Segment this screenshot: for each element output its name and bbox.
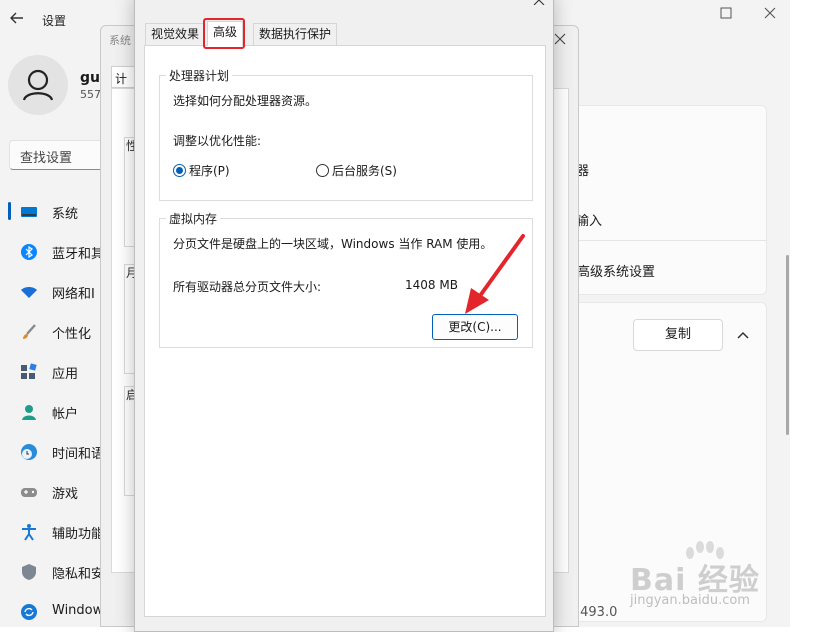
desktop-strip <box>790 0 819 627</box>
brush-icon <box>23 324 36 339</box>
sidebar-item-label: 网络和I <box>52 287 95 302</box>
tab-visual-effects[interactable]: 视觉效果 <box>145 23 206 45</box>
radio-background-services[interactable] <box>316 164 329 177</box>
clock-globe-icon <box>21 444 37 460</box>
sidebar-item-label: 应用 <box>52 367 79 382</box>
bluetooth-icon <box>21 244 37 260</box>
performance-options-dialog: 视觉效果 高级 数据执行保护 处理器计划 选择如何分配处理器资源。 调整以优化性… <box>134 0 554 632</box>
paging-total-value: 1408 MB <box>405 278 458 292</box>
processor-scheduling-group: 处理器计划 选择如何分配处理器资源。 调整以优化性能: 程序(P) 后台服务(S… <box>159 67 533 201</box>
virtual-memory-desc: 分页文件是硬盘上的一块区域，Windows 当作 RAM 使用。 <box>173 237 493 251</box>
tab-dep[interactable]: 数据执行保护 <box>253 23 338 45</box>
tab-highlight-annotation <box>203 18 245 49</box>
active-indicator <box>8 202 11 220</box>
user-email: 557 <box>80 88 101 101</box>
avatar[interactable] <box>8 55 68 115</box>
settings-title: 设置 <box>42 14 67 28</box>
gamepad-icon <box>21 488 37 497</box>
radio-programs[interactable] <box>173 164 186 177</box>
person-icon <box>22 69 54 101</box>
person-icon <box>22 405 36 420</box>
radio-programs-label[interactable]: 程序(P) <box>189 162 230 179</box>
sidebar-item-label: 辅助功能 <box>52 527 105 542</box>
shield-icon <box>22 564 36 580</box>
sidebar-item-label: 个性化 <box>52 327 92 342</box>
sidebar-item-label: 蓝牙和其 <box>52 247 105 262</box>
change-button[interactable]: 更改(C)... <box>432 314 518 340</box>
sidebar-item-label: 隐私和安 <box>52 567 105 582</box>
window-title: 系统 <box>109 34 131 47</box>
adjust-label: 调整以优化性能: <box>173 134 262 148</box>
chevron-up-icon[interactable] <box>733 325 753 345</box>
sidebar-item-label: 游戏 <box>52 487 79 502</box>
wifi-icon <box>21 287 37 298</box>
close-icon[interactable] <box>533 0 545 9</box>
scrollbar[interactable] <box>786 255 789 435</box>
advanced-system-settings-link[interactable]: 高级系统设置 <box>577 261 655 280</box>
spec-text: 输入 <box>576 214 603 229</box>
paging-total-label: 所有驱动器总分页文件大小: <box>173 280 322 294</box>
back-arrow-icon[interactable] <box>8 9 26 27</box>
radio-background-label[interactable]: 后台服务(S) <box>332 162 397 179</box>
processor-desc: 选择如何分配处理器资源。 <box>173 94 318 108</box>
sidebar-item-label: 系统 <box>52 207 79 222</box>
version-text: .493.0 <box>576 605 618 620</box>
divider <box>560 240 767 241</box>
group-title: 虚拟内存 <box>166 210 221 227</box>
accessibility-icon <box>22 524 36 541</box>
sidebar-item-label: 帐户 <box>52 407 79 422</box>
close-icon[interactable] <box>760 4 780 24</box>
sidebar-item-label: Window <box>52 603 104 618</box>
apps-icon <box>21 363 37 379</box>
windows-update-icon <box>21 604 37 620</box>
sidebar-item-label: 时间和语 <box>52 447 105 462</box>
maximize-icon[interactable] <box>716 4 736 24</box>
watermark-url: jingyan.baidu.com <box>630 593 750 608</box>
copy-button[interactable]: 复制 <box>633 319 723 351</box>
close-icon[interactable] <box>554 30 566 49</box>
monitor-icon <box>21 207 37 217</box>
group-title: 处理器计划 <box>166 67 233 84</box>
